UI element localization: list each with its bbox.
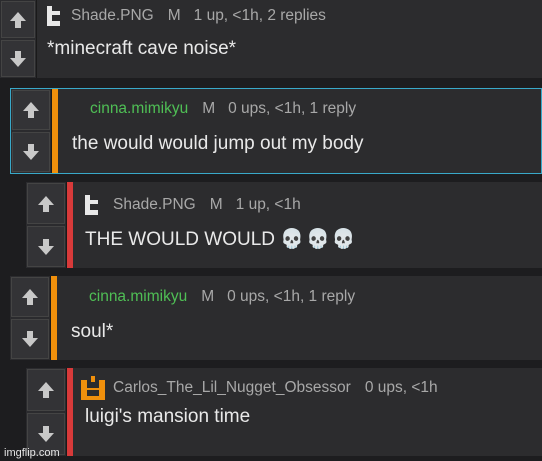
comment-meta: cinna.mimikyu M 0 ups, <1h, 1 reply [69,285,542,309]
comment-2: cinna.mimikyu M 0 ups, <1h, 1 reply the … [10,88,542,174]
orange-nugget-avatar-icon[interactable] [79,374,107,402]
vote-column [26,182,67,268]
comment-body: Shade.PNG M 1 up, <1h, 2 replies *minecr… [37,0,542,78]
arrow-up-icon [22,289,38,305]
downvote-button[interactable] [11,319,49,359]
downvote-button[interactable] [27,226,65,267]
upvote-button[interactable] [27,369,65,411]
comment-5: Carlos_The_Lil_Nugget_Obsessor 0 ups, <1… [26,368,542,456]
gender-badge: M [209,196,223,213]
skull-emoji: 💀💀💀 [280,228,358,250]
username[interactable]: cinna.mimikyu [90,100,188,118]
arrow-up-icon [38,382,54,398]
comment-text: *minecraft cave noise* [47,38,237,59]
arrow-up-icon [38,195,54,212]
comment-3: Shade.PNG M 1 up, <1h THE WOULD WOULD 💀💀… [26,182,542,268]
comment-stats: 0 ups, <1h, 1 reply [228,100,357,117]
downvote-button[interactable] [12,132,50,172]
downvote-button[interactable] [1,40,35,77]
vote-column [11,89,52,173]
username[interactable]: cinna.mimikyu [89,288,187,306]
comment-text: luigi's mansion time [85,406,251,427]
L-shape-avatar-icon[interactable] [85,195,99,215]
comment-stats: 0 ups, <1h, 1 reply [227,288,356,305]
gender-badge: M [201,288,215,305]
comment-text: the would would jump out my body [72,133,364,154]
gender-badge: M [167,7,181,24]
arrow-down-icon [38,426,54,442]
arrow-down-icon [22,331,38,347]
comment-body: cinna.mimikyu M 0 ups, <1h, 1 reply the … [58,89,541,173]
comment-body: cinna.mimikyu M 0 ups, <1h, 1 reply soul… [57,276,542,360]
username[interactable]: Shade.PNG [71,7,154,25]
comment-4: cinna.mimikyu M 0 ups, <1h, 1 reply soul… [10,276,542,360]
L-shape-avatar-icon[interactable] [47,6,61,26]
comment-meta: Shade.PNG M 1 up, <1h [85,193,542,217]
arrow-up-icon [23,102,39,118]
vote-column [26,368,67,456]
comment-meta: cinna.mimikyu M 0 ups, <1h, 1 reply [70,97,541,121]
comment-body: Shade.PNG M 1 up, <1h THE WOULD WOULD 💀💀… [73,182,542,268]
upvote-button[interactable] [12,90,50,130]
vote-column [0,0,37,78]
comment-stats: 1 up, <1h [235,196,301,213]
upvote-button[interactable] [1,1,35,38]
comment-meta: Shade.PNG M 1 up, <1h, 2 replies [47,4,542,28]
comment-meta: Carlos_The_Lil_Nugget_Obsessor 0 ups, <1… [79,376,542,400]
username[interactable]: Carlos_The_Lil_Nugget_Obsessor [113,379,351,397]
vote-column [10,276,51,360]
comment-text: THE WOULD WOULD 💀💀💀 [85,227,542,251]
arrow-down-icon [23,144,39,160]
arrow-up-icon [10,11,26,28]
comment-stats: 0 ups, <1h [364,379,438,396]
comment-stats: 1 up, <1h, 2 replies [193,7,326,24]
upvote-button[interactable] [27,183,65,224]
upvote-button[interactable] [11,277,49,317]
gender-badge: M [202,100,216,117]
comment-1: Shade.PNG M 1 up, <1h, 2 replies *minecr… [0,0,542,78]
comment-body: Carlos_The_Lil_Nugget_Obsessor 0 ups, <1… [73,368,542,456]
comment-text-content: THE WOULD WOULD [85,229,275,250]
watermark: imgflip.com [4,447,60,459]
comment-text: soul* [71,321,114,342]
arrow-down-icon [10,50,26,67]
username[interactable]: Shade.PNG [113,196,196,214]
arrow-down-icon [38,238,54,255]
